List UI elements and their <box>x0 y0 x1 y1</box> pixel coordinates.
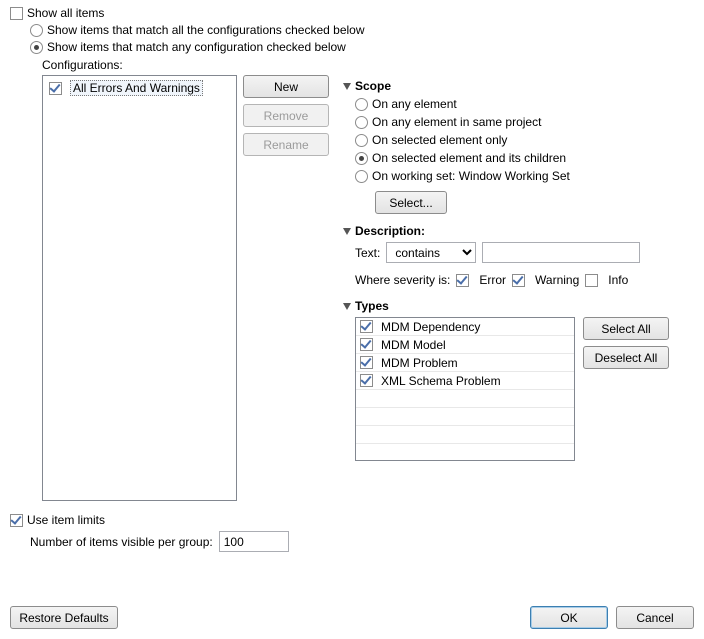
type-item-checkbox[interactable] <box>360 320 373 333</box>
type-item-label: MDM Problem <box>381 356 458 370</box>
use-item-limits-checkbox[interactable] <box>10 514 23 527</box>
scope-selected-only-radio[interactable] <box>355 134 368 147</box>
type-item-checkbox[interactable] <box>360 356 373 369</box>
new-button[interactable]: New <box>243 75 329 98</box>
use-item-limits-label: Use item limits <box>27 513 105 527</box>
scope-selected-children-radio[interactable] <box>355 152 368 165</box>
deselect-all-button[interactable]: Deselect All <box>583 346 669 369</box>
type-item-checkbox[interactable] <box>360 338 373 351</box>
scope-working-set-radio[interactable] <box>355 170 368 183</box>
restore-defaults-button[interactable]: Restore Defaults <box>10 606 118 629</box>
list-item[interactable]: MDM Problem <box>356 354 574 372</box>
scope-expander[interactable]: Scope <box>343 79 694 93</box>
match-all-radio[interactable] <box>30 24 43 37</box>
list-item[interactable]: MDM Model <box>356 336 574 354</box>
config-item-label: All Errors And Warnings <box>70 80 203 96</box>
severity-info-checkbox[interactable] <box>585 274 598 287</box>
list-item[interactable]: All Errors And Warnings <box>47 80 232 96</box>
type-item-checkbox[interactable] <box>360 374 373 387</box>
cancel-button[interactable]: Cancel <box>616 606 694 629</box>
severity-label: Where severity is: <box>355 273 450 287</box>
chevron-down-icon <box>343 83 351 90</box>
severity-error-checkbox[interactable] <box>456 274 469 287</box>
scope-selected-only-label: On selected element only <box>372 133 507 147</box>
items-per-group-input[interactable] <box>219 531 289 552</box>
scope-selected-children-label: On selected element and its children <box>372 151 566 165</box>
list-item <box>356 444 574 461</box>
items-per-group-label: Number of items visible per group: <box>30 535 213 549</box>
scope-heading: Scope <box>355 79 391 93</box>
types-listbox[interactable]: MDM Dependency MDM Model MDM Problem XML… <box>355 317 575 461</box>
scope-same-project-label: On any element in same project <box>372 115 541 129</box>
scope-any-element-label: On any element <box>372 97 457 111</box>
severity-warning-checkbox[interactable] <box>512 274 525 287</box>
configurations-label: Configurations: <box>42 58 694 72</box>
match-all-label: Show items that match all the configurat… <box>47 23 365 37</box>
severity-warning-label: Warning <box>535 273 579 287</box>
show-all-items-label: Show all items <box>27 6 104 20</box>
scope-working-set-label: On working set: Window Working Set <box>372 169 570 183</box>
description-expander[interactable]: Description: <box>343 224 694 238</box>
remove-button[interactable]: Remove <box>243 104 329 127</box>
description-heading: Description: <box>355 224 425 238</box>
desc-text-label: Text: <box>355 246 380 260</box>
list-item <box>356 426 574 444</box>
config-item-checkbox[interactable] <box>49 82 62 95</box>
chevron-down-icon <box>343 303 351 310</box>
severity-error-label: Error <box>479 273 506 287</box>
desc-text-mode-select[interactable]: contains <box>386 242 476 263</box>
types-expander[interactable]: Types <box>343 299 694 313</box>
type-item-label: MDM Model <box>381 338 446 352</box>
rename-button[interactable]: Rename <box>243 133 329 156</box>
select-all-button[interactable]: Select All <box>583 317 669 340</box>
scope-same-project-radio[interactable] <box>355 116 368 129</box>
list-item[interactable]: MDM Dependency <box>356 318 574 336</box>
ok-button[interactable]: OK <box>530 606 608 629</box>
chevron-down-icon <box>343 228 351 235</box>
severity-info-label: Info <box>608 273 628 287</box>
types-heading: Types <box>355 299 389 313</box>
desc-text-input[interactable] <box>482 242 640 263</box>
select-working-set-button[interactable]: Select... <box>375 191 447 214</box>
configurations-listbox[interactable]: All Errors And Warnings <box>42 75 237 501</box>
list-item[interactable]: XML Schema Problem <box>356 372 574 390</box>
scope-any-element-radio[interactable] <box>355 98 368 111</box>
type-item-label: MDM Dependency <box>381 320 480 334</box>
type-item-label: XML Schema Problem <box>381 374 501 388</box>
list-item <box>356 408 574 426</box>
match-any-label: Show items that match any configuration … <box>47 40 346 54</box>
show-all-items-checkbox[interactable] <box>10 7 23 20</box>
match-any-radio[interactable] <box>30 41 43 54</box>
list-item <box>356 390 574 408</box>
